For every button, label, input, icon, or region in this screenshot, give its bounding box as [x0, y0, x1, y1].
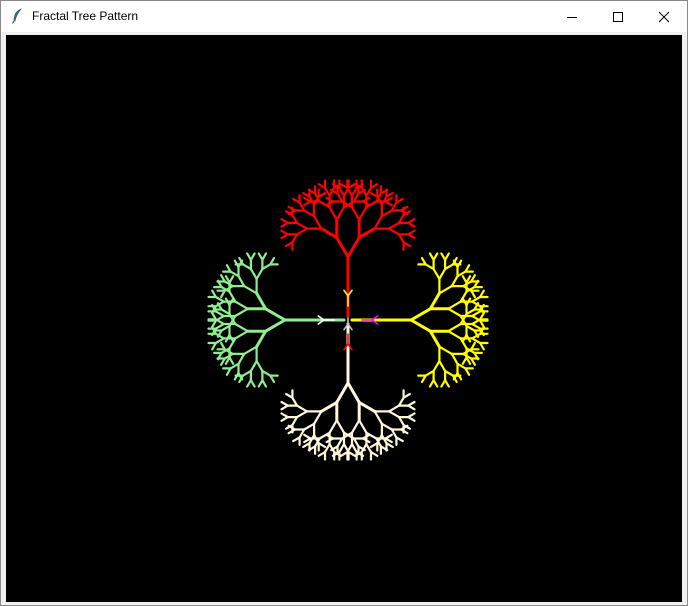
- fractal-tree-drawing: [207, 179, 489, 461]
- title-bar[interactable]: Fractal Tree Pattern: [1, 1, 687, 32]
- minimize-icon: [567, 16, 577, 18]
- app-window: Fractal Tree Pattern: [0, 0, 688, 606]
- maximize-icon: [613, 11, 623, 22]
- drawing-canvas[interactable]: [6, 35, 682, 602]
- close-icon: [658, 11, 670, 22]
- window-title: Fractal Tree Pattern: [32, 9, 139, 23]
- feather-icon: [10, 8, 26, 24]
- maximize-button[interactable]: [595, 1, 641, 32]
- close-button[interactable]: [641, 1, 687, 32]
- minimize-button[interactable]: [549, 1, 595, 32]
